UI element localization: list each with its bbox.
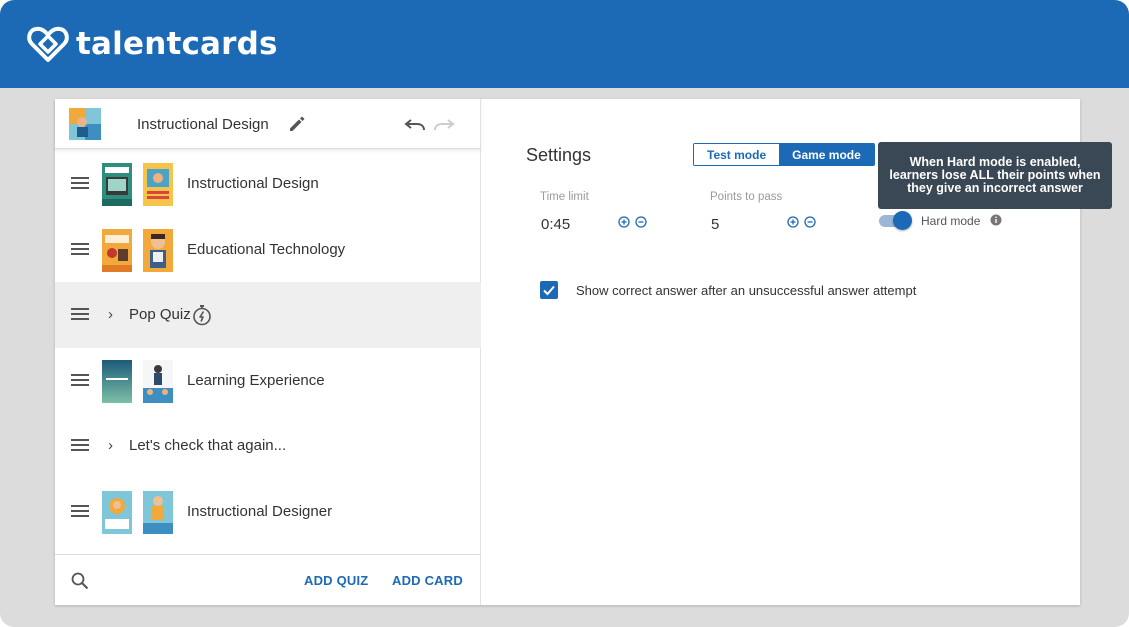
brand-name: talentcards	[76, 26, 278, 62]
list-item[interactable]: Instructional Design	[55, 151, 481, 217]
list-item[interactable]: Instructional Designer	[55, 479, 481, 545]
points-to-pass-label: Points to pass	[710, 191, 783, 203]
add-quiz-button[interactable]: ADD QUIZ	[304, 573, 368, 588]
show-correct-answer-checkbox[interactable]	[540, 281, 558, 299]
editor-panel: Instructional Design Instructional Desig…	[55, 99, 1112, 605]
add-card-button[interactable]: ADD CARD	[392, 573, 463, 588]
drag-handle-icon[interactable]	[71, 177, 89, 189]
drag-handle-icon[interactable]	[71, 504, 89, 517]
show-correct-answer-label: Show correct answer after an unsuccessfu…	[576, 283, 917, 298]
list-item[interactable]: Educational Technology	[55, 217, 481, 283]
card-thumbnail	[143, 163, 173, 206]
card-thumbnail	[102, 359, 132, 403]
hard-mode-label: Hard mode	[921, 214, 981, 228]
card-thumbnail	[102, 163, 132, 206]
game-mode-button[interactable]: Game mode	[779, 144, 874, 165]
list-item[interactable]: Learning Experience	[55, 348, 481, 414]
list-item-label: Learning Experience	[187, 371, 325, 389]
minus-circle-icon[interactable]	[804, 216, 816, 228]
heart-card-logo-icon	[27, 26, 69, 62]
chevron-right-icon[interactable]: ›	[108, 306, 113, 323]
pencil-icon[interactable]	[287, 114, 307, 134]
deck-header: Instructional Design	[55, 99, 481, 149]
switch-knob	[893, 211, 912, 230]
hard-mode-switch[interactable]	[879, 211, 912, 230]
deck-sidebar: Instructional Design Instructional Desig…	[55, 99, 481, 605]
undo-icon[interactable]	[404, 115, 426, 133]
plus-circle-icon[interactable]	[618, 216, 630, 228]
app-frame: talentcards Instructional Design Instruc…	[0, 0, 1129, 627]
sidebar-footer: ADD QUIZ ADD CARD	[55, 554, 481, 605]
list-item-label: Instructional Designer	[187, 502, 333, 520]
card-thumbnail	[102, 228, 132, 272]
list-item[interactable]: › Let's check that again...	[55, 413, 481, 479]
list-item-label: Let's check that again...	[129, 437, 287, 455]
settings-title: Settings	[526, 145, 592, 165]
drag-handle-icon[interactable]	[71, 242, 89, 255]
drag-handle-icon[interactable]	[71, 373, 89, 386]
list-item-label: Educational Technology	[187, 240, 346, 258]
redo-icon	[434, 119, 455, 131]
hard-mode-tooltip: When Hard mode is enabled, learners lose…	[878, 142, 1112, 209]
minus-circle-icon[interactable]	[635, 216, 647, 228]
deck-content-list: Instructional Design Educational Technol…	[55, 151, 481, 544]
drag-handle-icon[interactable]	[71, 308, 89, 320]
deck-thumbnail[interactable]	[69, 108, 101, 140]
plus-circle-icon[interactable]	[787, 216, 799, 228]
stopwatch-icon	[193, 305, 211, 326]
time-limit-label: Time limit	[540, 191, 589, 203]
list-item-label: Pop Quiz	[129, 306, 191, 324]
drag-handle-icon[interactable]	[71, 439, 89, 451]
tooltip-line: they give an incorrect answer	[907, 181, 1083, 195]
info-icon[interactable]	[990, 214, 1002, 226]
card-thumbnail	[143, 490, 173, 534]
card-thumbnail	[143, 359, 173, 403]
card-thumbnail	[102, 490, 132, 534]
chevron-right-icon[interactable]: ›	[108, 437, 113, 454]
deck-title[interactable]: Instructional Design	[137, 116, 269, 133]
card-thumbnail	[143, 228, 173, 272]
test-mode-button[interactable]: Test mode	[694, 144, 780, 165]
time-limit-value[interactable]: 0:45	[541, 216, 570, 233]
top-bar: talentcards	[0, 0, 1129, 88]
list-item-label: Instructional Design	[187, 175, 319, 193]
checkmark-icon	[543, 285, 555, 296]
search-icon[interactable]	[71, 572, 89, 590]
mode-toggle: Test mode Game mode	[693, 143, 875, 166]
brand-logo[interactable]: talentcards	[26, 22, 278, 66]
list-item[interactable]: › Pop Quiz	[55, 282, 481, 348]
settings-pane: Settings Test mode Game mode When Hard m…	[482, 99, 1112, 605]
points-to-pass-value[interactable]: 5	[711, 216, 719, 233]
